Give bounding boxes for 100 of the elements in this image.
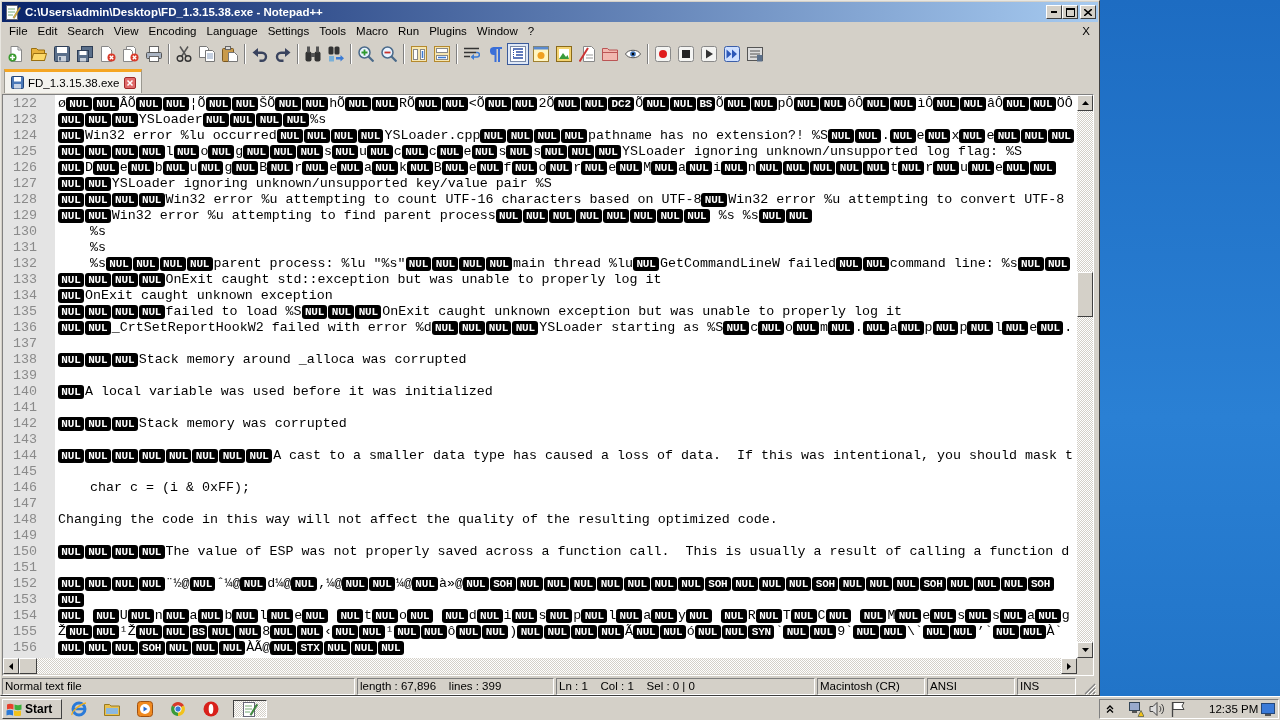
- control-char-badge: NUL: [303, 129, 330, 143]
- page-slash-icon[interactable]: [579, 46, 595, 62]
- status-bar-field: Macintosh (CR): [817, 678, 925, 695]
- paste-icon[interactable]: [222, 46, 238, 62]
- sun-window-icon[interactable]: [533, 46, 549, 62]
- clock[interactable]: 12:35 PM: [1209, 702, 1259, 715]
- notepad-icon[interactable]: [5, 4, 21, 20]
- menu-item[interactable]: Tools: [314, 23, 352, 40]
- editor-text-area[interactable]: [55, 95, 1077, 658]
- menu-item[interactable]: Macro: [351, 23, 394, 40]
- menu-item[interactable]: View: [108, 23, 144, 40]
- redo-icon[interactable]: [275, 46, 291, 62]
- code-text: a: [364, 160, 372, 176]
- control-char-badge: NUL: [731, 577, 758, 591]
- scroll-left-button[interactable]: [3, 658, 19, 674]
- code-text: ÂÕ: [119, 96, 136, 112]
- new-file-icon[interactable]: [8, 46, 24, 62]
- cut-icon[interactable]: [176, 46, 192, 62]
- find-replace-icon[interactable]: [328, 46, 344, 62]
- scroll-up-button[interactable]: [1077, 95, 1093, 111]
- control-char-badge: NUL: [405, 257, 432, 271]
- menu-item[interactable]: File: [4, 23, 33, 40]
- line-number: 123: [12, 112, 38, 128]
- control-char-badge: NUL: [570, 577, 597, 591]
- code-text: e: [608, 160, 617, 176]
- file-tab[interactable]: FD_1.3.15.38.exe: [4, 69, 143, 93]
- code-text: Stack memory around _alloca was corrupted: [138, 352, 467, 368]
- ring-icon[interactable]: [203, 700, 219, 717]
- notepad-icon[interactable]: [232, 699, 267, 718]
- scrollbar-thumb[interactable]: [19, 658, 37, 674]
- scrollbar-thumb[interactable]: [1077, 272, 1093, 317]
- network-icon[interactable]: [1128, 700, 1144, 717]
- sync-vertical-icon[interactable]: [411, 46, 427, 62]
- start-button[interactable]: Start: [2, 698, 62, 719]
- control-char-badge: NUL: [302, 97, 329, 111]
- menu-item[interactable]: Window: [471, 23, 523, 40]
- sync-horizontal-icon[interactable]: [434, 46, 450, 62]
- close-button[interactable]: [1080, 5, 1096, 19]
- code-text: p: [573, 608, 582, 624]
- menu-item[interactable]: Run: [393, 23, 425, 40]
- control-char-badge: NUL: [135, 625, 162, 639]
- fast-forward-icon[interactable]: [724, 46, 740, 62]
- show-desktop-icon[interactable]: [1261, 701, 1275, 716]
- close-icon[interactable]: [124, 76, 137, 89]
- record-icon[interactable]: [655, 46, 671, 62]
- menu-item[interactable]: Plugins: [424, 23, 472, 40]
- speaker-icon[interactable]: [1149, 700, 1165, 717]
- tape-icon[interactable]: [747, 46, 763, 62]
- close-file-icon[interactable]: [100, 46, 116, 62]
- resize-grip-icon[interactable]: [1084, 683, 1096, 695]
- control-char-badge: NUL: [111, 193, 138, 207]
- media-player-icon[interactable]: [137, 700, 153, 717]
- control-char-badge: NUL: [632, 625, 659, 639]
- undo-icon[interactable]: [252, 46, 268, 62]
- control-char-badge: NUL: [643, 97, 670, 111]
- maximize-button[interactable]: [1062, 5, 1078, 19]
- menu-item[interactable]: Search: [62, 23, 109, 40]
- scroll-right-button[interactable]: [1061, 658, 1077, 674]
- close-all-files-icon[interactable]: [123, 46, 139, 62]
- zoom-in-icon[interactable]: [358, 46, 374, 62]
- printer-icon[interactable]: [146, 46, 162, 62]
- binoculars-icon[interactable]: [305, 46, 321, 62]
- control-char-badge: NUL: [441, 609, 468, 623]
- pilcrow-icon[interactable]: [487, 46, 503, 62]
- play-icon[interactable]: [701, 46, 717, 62]
- close-document-button[interactable]: X: [1080, 23, 1092, 40]
- word-wrap-icon[interactable]: [464, 46, 480, 62]
- menu-item[interactable]: ?: [522, 23, 540, 40]
- floppy-disks-icon[interactable]: [77, 46, 93, 62]
- control-char-badge: NUL: [173, 145, 200, 159]
- control-char-badge: NUL: [66, 625, 92, 639]
- open-folder-icon[interactable]: [31, 46, 47, 62]
- orbit-ring-icon[interactable]: [71, 700, 87, 717]
- scroll-down-button[interactable]: [1077, 642, 1093, 658]
- menu-item[interactable]: Edit: [32, 23, 63, 40]
- code-text: e: [994, 160, 1003, 176]
- control-char-badge: NUL: [302, 609, 329, 623]
- menu-item[interactable]: Language: [201, 23, 263, 40]
- copy-icon[interactable]: [199, 46, 215, 62]
- minimize-button[interactable]: [1046, 5, 1062, 19]
- control-char-badge: SOH: [489, 577, 516, 591]
- control-char-badge: NUL: [330, 129, 357, 143]
- zoom-out-icon[interactable]: [381, 46, 397, 62]
- stop-icon[interactable]: [678, 46, 694, 62]
- menu-item[interactable]: Settings: [262, 23, 315, 40]
- control-char-badge: NUL: [84, 321, 111, 335]
- control-char-badge: NUL: [922, 625, 949, 639]
- code-text: e: [294, 608, 303, 624]
- picture-icon[interactable]: [556, 46, 572, 62]
- control-char-badge: NUL: [84, 305, 111, 319]
- folder-icon[interactable]: [602, 46, 618, 62]
- indent-guide-icon[interactable]: [507, 43, 529, 65]
- control-char-badge: NUL: [372, 609, 398, 623]
- flag-icon[interactable]: [1170, 700, 1186, 717]
- segmented-circle-icon[interactable]: [170, 700, 186, 717]
- control-char-badge: NUL: [651, 609, 678, 623]
- chevron-up-icon[interactable]: [1106, 704, 1114, 713]
- control-char-badge: NUL: [232, 609, 259, 623]
- menu-item[interactable]: Encoding: [143, 23, 202, 40]
- control-char-badge: NUL: [455, 625, 482, 639]
